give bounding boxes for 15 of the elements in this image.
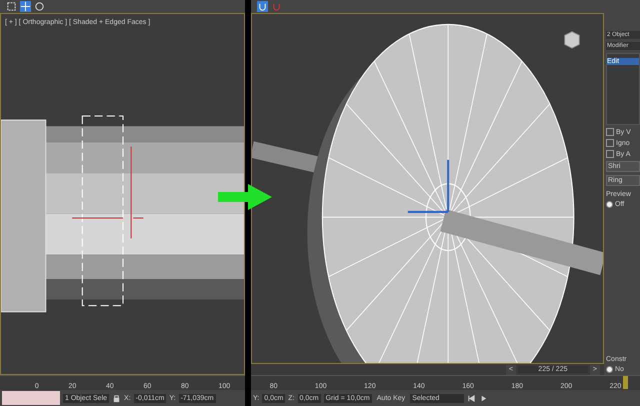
radio-button[interactable] [606, 201, 613, 208]
snap-icon[interactable] [257, 1, 268, 12]
lock-icon[interactable] [112, 394, 122, 402]
checkbox[interactable] [606, 128, 614, 136]
radio-button[interactable] [606, 366, 613, 373]
prompt-area [2, 391, 60, 405]
select-icon[interactable] [6, 1, 17, 12]
time-slider-handle[interactable] [623, 376, 628, 389]
checkbox[interactable] [606, 150, 614, 158]
rotate-icon[interactable] [34, 1, 45, 12]
move-icon[interactable] [20, 1, 31, 12]
play-icon[interactable] [479, 394, 488, 402]
go-to-start-icon[interactable] [467, 394, 476, 402]
checkbox[interactable] [606, 139, 614, 147]
right-arrow-icon [218, 184, 272, 210]
